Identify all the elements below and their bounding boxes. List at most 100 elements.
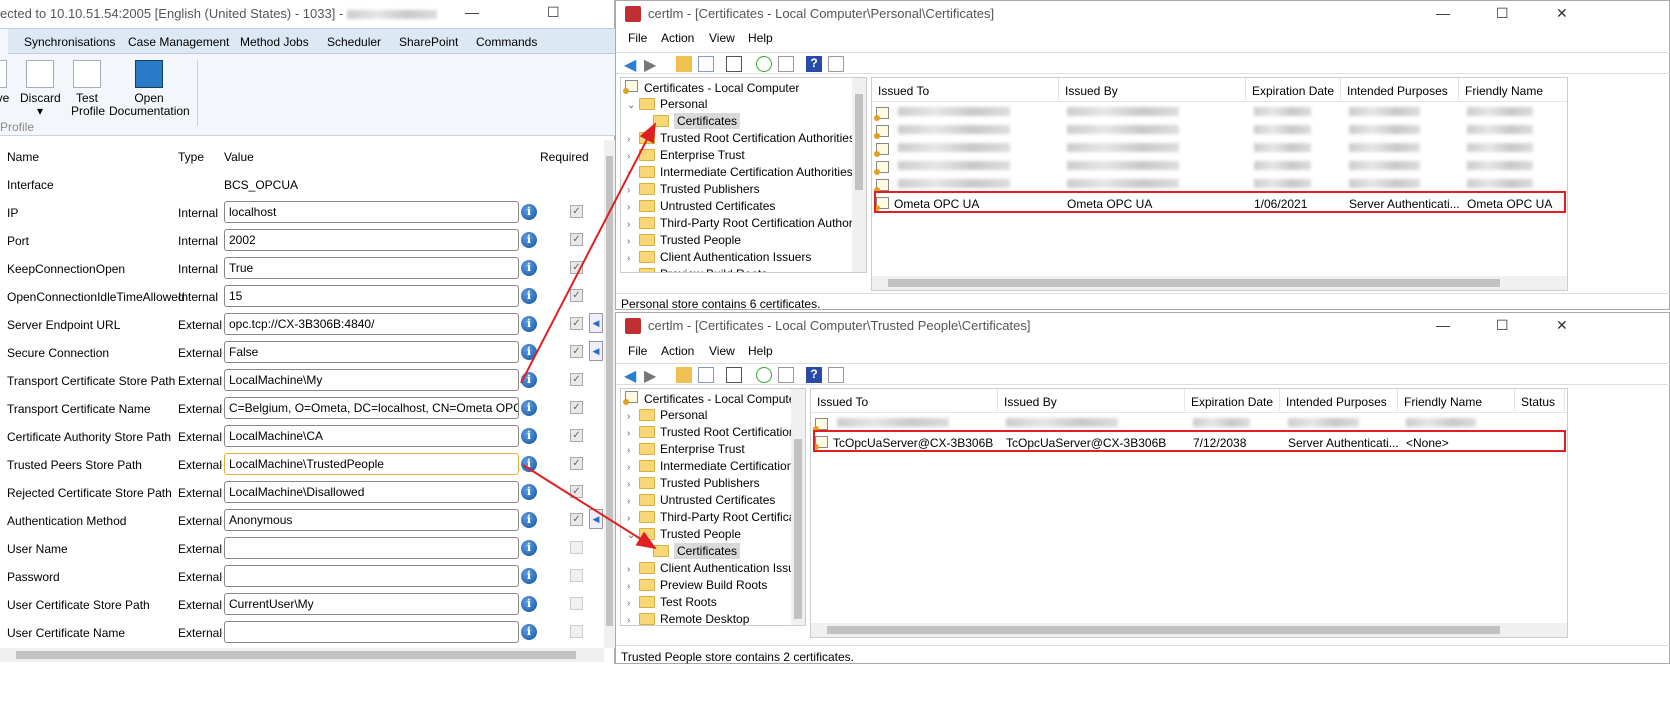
open-documentation-button[interactable]: Open Documentation bbox=[108, 60, 190, 118]
forward-icon[interactable]: ▶ bbox=[644, 366, 660, 385]
minimize-button[interactable]: — bbox=[1436, 317, 1450, 333]
property-value-input[interactable]: 2002 bbox=[224, 229, 519, 251]
property-value-input[interactable] bbox=[224, 621, 519, 643]
forward-icon[interactable]: ▶ bbox=[644, 55, 660, 74]
tree-node[interactable]: › Third-Party Root Certificat bbox=[627, 510, 799, 524]
save-button[interactable]: ve bbox=[0, 60, 10, 105]
property-value-input[interactable] bbox=[224, 565, 519, 587]
menu-action[interactable]: Action bbox=[661, 31, 694, 45]
menu-view[interactable]: View bbox=[709, 31, 735, 45]
maximize-button[interactable]: ☐ bbox=[1496, 317, 1509, 334]
certificate-row-redacted[interactable] bbox=[874, 140, 1567, 158]
refresh-icon[interactable] bbox=[756, 56, 772, 72]
tree-root[interactable]: Certificates - Local Computer bbox=[623, 391, 799, 406]
chevron-right-icon[interactable]: › bbox=[627, 462, 639, 473]
tab-method-jobs[interactable]: Method Jobs bbox=[240, 35, 309, 49]
tree-node[interactable]: › Client Authentication Issu bbox=[627, 561, 795, 575]
minimize-button[interactable]: — bbox=[465, 4, 479, 20]
side-expand-button[interactable]: ◀ bbox=[589, 341, 603, 361]
discard-button[interactable]: Discard ▾ bbox=[20, 60, 61, 118]
tree-node[interactable]: › Untrusted Certificates bbox=[627, 199, 775, 213]
certificate-row-redacted[interactable] bbox=[874, 158, 1567, 176]
vertical-scrollbar[interactable] bbox=[604, 140, 615, 648]
tree-node[interactable]: › Preview Build Roots bbox=[627, 267, 767, 272]
certificate-row-redacted[interactable] bbox=[874, 104, 1567, 122]
menu-action[interactable]: Action bbox=[661, 344, 694, 358]
info-icon[interactable]: i bbox=[521, 568, 537, 584]
tree-node[interactable]: › Personal bbox=[627, 408, 707, 422]
info-icon[interactable]: i bbox=[521, 204, 537, 220]
export-list-icon[interactable] bbox=[778, 367, 794, 383]
column-header[interactable]: Expiration Date bbox=[1185, 389, 1280, 411]
tree-node[interactable]: › Trusted Publishers bbox=[627, 476, 760, 490]
menu-help[interactable]: Help bbox=[748, 344, 773, 358]
tree-node[interactable]: ⌄ Trusted People bbox=[627, 527, 741, 541]
tree-node[interactable]: › Test Roots bbox=[627, 595, 717, 609]
tab-scheduler[interactable]: Scheduler bbox=[327, 35, 381, 49]
properties-icon[interactable] bbox=[726, 56, 742, 72]
property-value-input[interactable]: opc.tcp://CX-3B306B:4840/ bbox=[224, 313, 519, 335]
chevron-right-icon[interactable]: › bbox=[627, 151, 639, 162]
tree-node[interactable]: › Enterprise Trust bbox=[627, 442, 745, 456]
info-icon[interactable]: i bbox=[521, 456, 537, 472]
tree-node[interactable]: › Preview Build Roots bbox=[627, 578, 767, 592]
info-icon[interactable]: i bbox=[521, 512, 537, 528]
chevron-right-icon[interactable]: › bbox=[627, 168, 639, 179]
column-header[interactable]: Intended Purposes bbox=[1341, 78, 1459, 100]
tree-scrollbar[interactable] bbox=[791, 389, 805, 625]
tree-node[interactable]: Certificates bbox=[641, 543, 741, 559]
show-hide-tree-icon[interactable] bbox=[698, 56, 714, 72]
column-header[interactable]: Issued To bbox=[872, 78, 1059, 100]
chevron-right-icon[interactable]: › bbox=[627, 411, 639, 422]
help-icon[interactable]: ? bbox=[806, 367, 822, 383]
chevron-right-icon[interactable]: › bbox=[627, 202, 639, 213]
tree-node[interactable]: Certificates bbox=[641, 113, 741, 129]
info-icon[interactable]: i bbox=[521, 400, 537, 416]
test-profile-button[interactable]: Test Profile bbox=[64, 60, 110, 118]
maximize-button[interactable]: ☐ bbox=[547, 4, 560, 21]
tree-node[interactable]: › Enterprise Trust bbox=[627, 148, 745, 162]
tree-root[interactable]: Certificates - Local Computer bbox=[623, 80, 799, 95]
tree-node[interactable]: › Trusted People bbox=[627, 233, 741, 247]
chevron-right-icon[interactable]: › bbox=[627, 615, 639, 625]
menu-file[interactable]: File bbox=[628, 344, 647, 358]
tab-commands[interactable]: Commands bbox=[476, 35, 537, 49]
info-icon[interactable]: i bbox=[521, 260, 537, 276]
property-value-input[interactable]: localhost bbox=[224, 201, 519, 223]
tab-active[interactable] bbox=[0, 29, 8, 55]
property-value-input[interactable] bbox=[224, 537, 519, 559]
chevron-down-icon[interactable]: ⌄ bbox=[627, 100, 639, 111]
info-icon[interactable]: i bbox=[521, 624, 537, 640]
chevron-right-icon[interactable]: › bbox=[627, 445, 639, 456]
tab-sharepoint[interactable]: SharePoint bbox=[399, 35, 458, 49]
help-icon[interactable]: ? bbox=[806, 56, 822, 72]
info-icon[interactable]: i bbox=[521, 316, 537, 332]
column-header[interactable]: Issued To bbox=[811, 389, 998, 411]
chevron-right-icon[interactable]: › bbox=[627, 185, 639, 196]
info-icon[interactable]: i bbox=[521, 232, 537, 248]
tree-scrollbar[interactable] bbox=[852, 78, 866, 272]
chevron-right-icon[interactable]: › bbox=[627, 270, 639, 272]
horizontal-scrollbar[interactable] bbox=[811, 623, 1567, 637]
chevron-right-icon[interactable]: › bbox=[627, 253, 639, 264]
info-icon[interactable]: i bbox=[521, 596, 537, 612]
property-value-input[interactable]: LocalMachine\CA bbox=[224, 425, 519, 447]
refresh-icon[interactable] bbox=[756, 367, 772, 383]
menu-help[interactable]: Help bbox=[748, 31, 773, 45]
column-header[interactable]: Friendly Name bbox=[1459, 78, 1567, 100]
chevron-right-icon[interactable]: › bbox=[627, 236, 639, 247]
property-value-input[interactable]: CurrentUser\My bbox=[224, 593, 519, 615]
export-list-icon[interactable] bbox=[778, 56, 794, 72]
tree-node[interactable]: › Trusted Publishers bbox=[627, 182, 760, 196]
column-header[interactable]: Friendly Name bbox=[1398, 389, 1515, 411]
tree-node[interactable]: › Intermediate Certification bbox=[627, 459, 793, 473]
tree-node[interactable]: › Trusted Root Certification Authorities bbox=[627, 131, 855, 145]
back-icon[interactable]: ◀ bbox=[624, 366, 640, 385]
info-icon[interactable]: i bbox=[521, 372, 537, 388]
tree-node[interactable]: › Client Authentication Issuers bbox=[627, 250, 811, 264]
minimize-button[interactable]: — bbox=[1436, 5, 1450, 21]
close-button[interactable]: ✕ bbox=[1556, 5, 1568, 22]
column-header[interactable]: Expiration Date bbox=[1246, 78, 1341, 100]
column-header[interactable]: Issued By bbox=[998, 389, 1185, 411]
column-header[interactable]: Intended Purposes bbox=[1280, 389, 1398, 411]
